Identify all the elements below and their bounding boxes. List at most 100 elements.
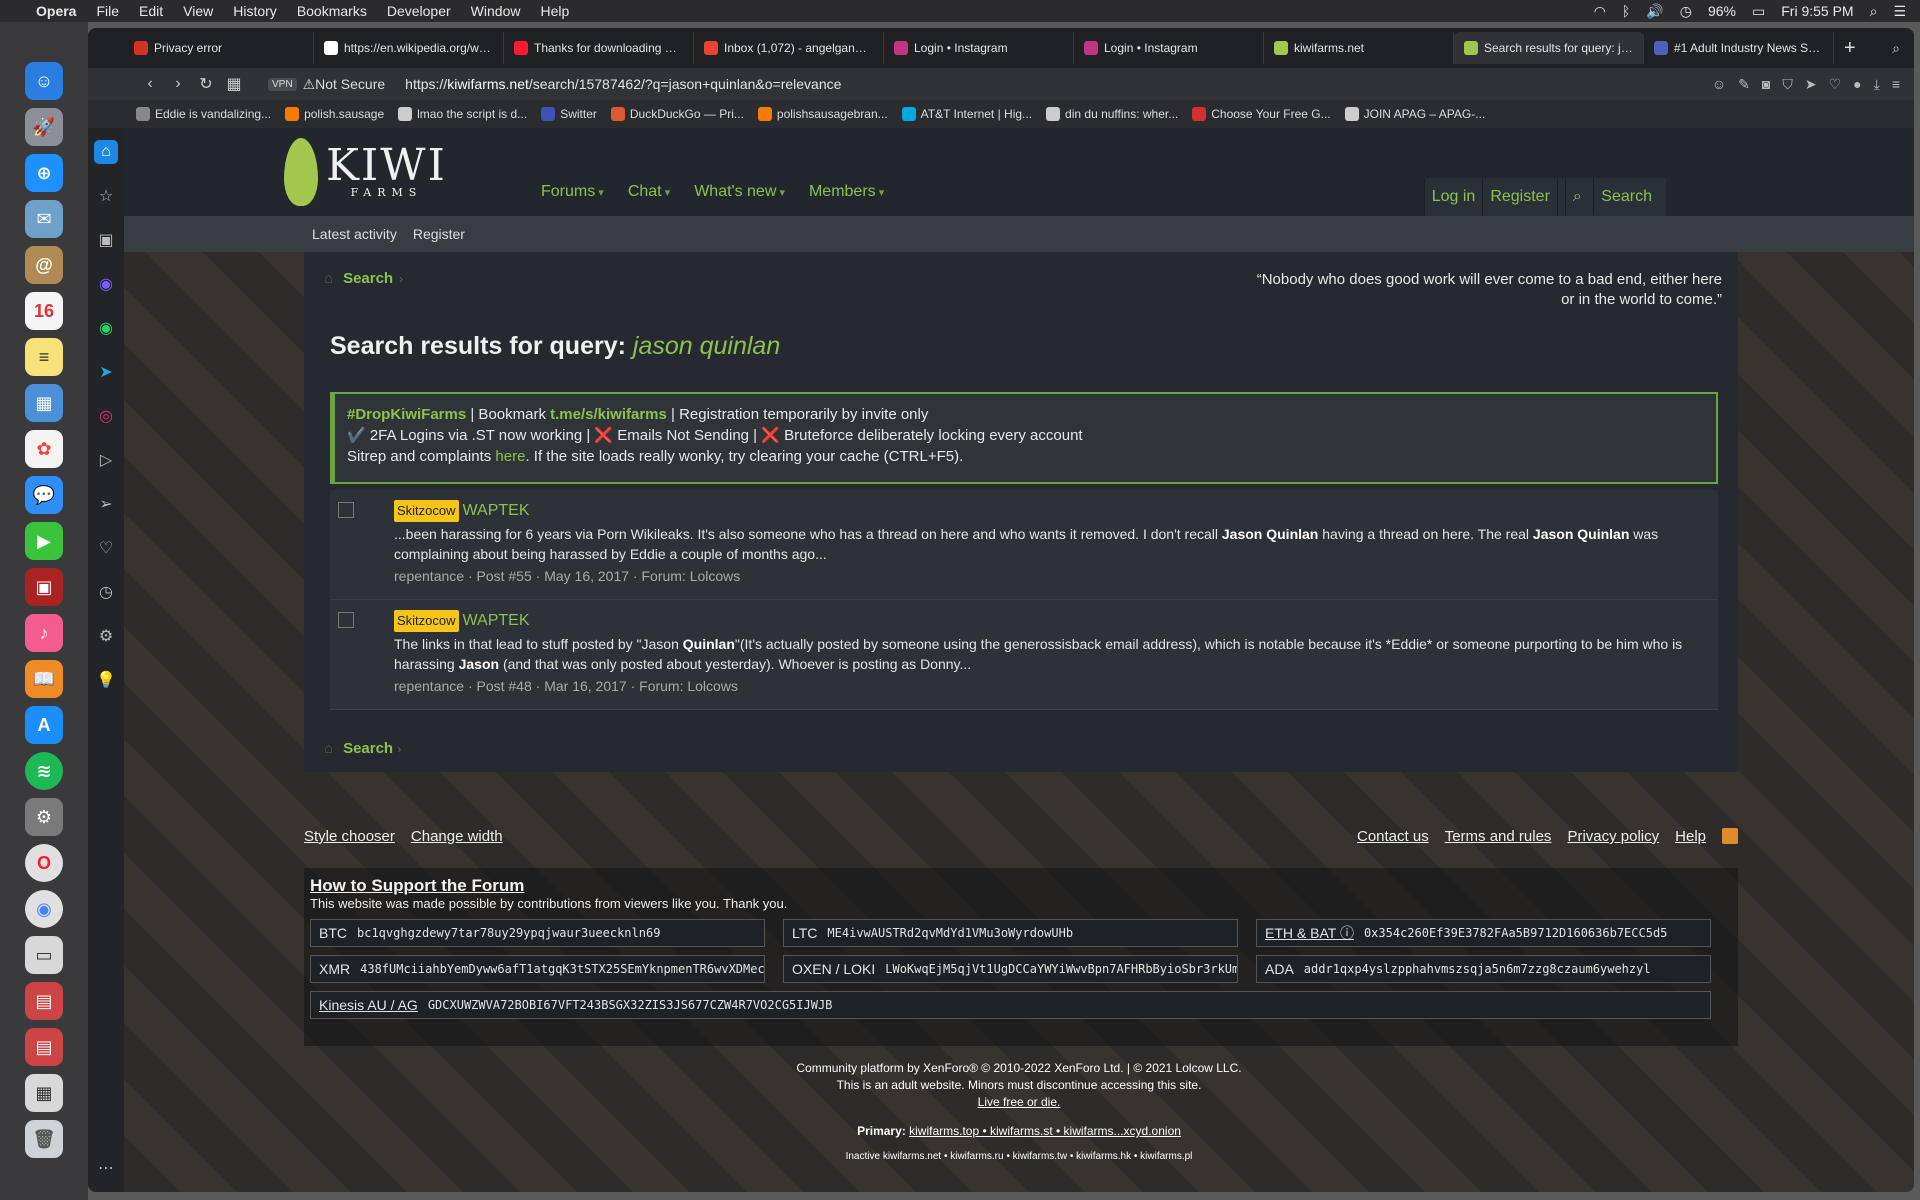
preview-icon[interactable]: ✉ — [25, 200, 63, 238]
notes-icon[interactable]: ≡ — [25, 338, 63, 376]
menu-window[interactable]: Window — [471, 3, 521, 19]
chrome-icon[interactable]: ◉ — [25, 890, 63, 928]
bookmark-9[interactable]: JOIN APAG – APAG-... — [1344, 107, 1485, 121]
latest-activity-link[interactable]: Latest activity — [312, 226, 397, 242]
avatar[interactable] — [338, 612, 354, 628]
wifi-icon[interactable]: ◠ — [1594, 3, 1606, 20]
tips-icon[interactable]: 💡 — [94, 668, 118, 692]
support-title[interactable]: How to Support the Forum — [310, 876, 1732, 896]
crypto-oxen[interactable]: OXEN / LOKI LWoKwqEjM5qjVt1UgDCCaYWYiWwvB… — [783, 955, 1238, 983]
facetime-icon[interactable]: ▶ — [25, 522, 63, 560]
bookmark-6[interactable]: AT&T Internet | Hig... — [901, 107, 1032, 121]
bookmark-0[interactable]: Eddie is vandalizing... — [136, 107, 271, 121]
new-tab-button[interactable]: + — [1844, 37, 1856, 60]
prefix-badge[interactable]: Skitzocow — [394, 610, 459, 632]
calendar-icon[interactable]: 16 — [25, 292, 63, 330]
battery-icon[interactable]: ▭ — [1752, 3, 1765, 20]
back-icon[interactable]: ‹ — [136, 75, 164, 93]
style-chooser-link[interactable]: Style chooser — [304, 828, 395, 845]
screenshot-stack-2-icon[interactable]: ▤ — [25, 1028, 63, 1066]
crypto-address[interactable]: LWoKwqEjM5qjVt1UgDCCaYWYiWwvBpn7AFHRbByi… — [885, 962, 1237, 976]
result-title[interactable]: WAPTEK — [463, 611, 530, 631]
crypto-address[interactable]: GDCXUWZWVA72BOBI67VFT243BSGX32ZIS3JS677C… — [428, 998, 833, 1012]
image-capture-icon[interactable]: ▦ — [25, 384, 63, 422]
spotify-icon[interactable]: ≋ — [25, 752, 63, 790]
primary-links[interactable]: kiwifarms.top • kiwifarms.st • kiwifarms… — [909, 1124, 1181, 1138]
not-secure-label[interactable]: Not Secure — [315, 76, 385, 92]
home-icon[interactable]: ⌂ — [94, 140, 118, 164]
crypto-address[interactable]: addr1qxp4yslzpphahvmszsqja5n6m7zzg8czaum… — [1304, 962, 1651, 976]
notice-hashtag[interactable]: #DropKiwiFarms — [347, 406, 466, 423]
tab-search-icon[interactable]: ⌕ — [1892, 40, 1900, 57]
document-icon[interactable]: ▭ — [25, 936, 63, 974]
tab-7-active[interactable]: Search results for query: jaso — [1454, 32, 1644, 64]
tab-1[interactable]: https://en.wikipedia.org/wiki/ — [314, 32, 504, 64]
reload-icon[interactable]: ↻ — [192, 74, 220, 94]
result-snippet[interactable]: The links in that lead to stuff posted b… — [394, 634, 1704, 674]
crypto-address[interactable]: 438fUMciiahbYemDyww6afT1atgqK3tSTX25SEmY… — [360, 962, 764, 976]
url-text[interactable]: https://kiwifarms.net/search/15787462/?q… — [405, 76, 841, 92]
bookmarks-sidebar-icon[interactable]: ☆ — [94, 184, 118, 208]
photos-icon[interactable]: ✿ — [25, 430, 63, 468]
tab-2[interactable]: Thanks for downloading Ope — [504, 32, 694, 64]
spotlight-icon[interactable]: ⌕ — [1870, 3, 1878, 20]
crypto-ltc[interactable]: LTC ME4ivwAUSTRd2qvMdYd1VMu3oWyrdowUHb — [783, 919, 1238, 947]
crypto-address[interactable]: ME4ivwAUSTRd2qvMdYd1VMu3oWyrdowUHb — [827, 926, 1073, 940]
itunes-icon[interactable]: ♪ — [25, 614, 63, 652]
rss-icon[interactable] — [1722, 828, 1738, 844]
subnav-register-link[interactable]: Register — [413, 226, 465, 242]
opera-icon[interactable]: O — [25, 844, 63, 882]
menu-help[interactable]: Help — [540, 3, 569, 19]
favorites-icon[interactable]: ♡ — [94, 536, 118, 560]
change-width-link[interactable]: Change width — [411, 828, 503, 845]
contact-us-link[interactable]: Contact us — [1357, 828, 1429, 845]
finder-icon[interactable]: ☺ — [25, 62, 63, 100]
tab-8[interactable]: #1 Adult Industry News Sourc — [1644, 32, 1834, 64]
login-link[interactable]: Log in — [1423, 178, 1483, 216]
flow-icon[interactable]: ➢ — [94, 492, 118, 516]
nav-whats-new[interactable]: What's new — [694, 183, 785, 201]
send-icon[interactable]: ➤ — [1805, 76, 1817, 93]
system-preferences-icon[interactable]: ⚙ — [25, 798, 63, 836]
bluetooth-icon[interactable]: ᛒ — [1622, 3, 1630, 19]
crypto-address[interactable]: 0x354c260Ef39E3782FAa5B9712D160636b7ECC5… — [1364, 926, 1667, 940]
avatar[interactable] — [338, 502, 354, 518]
crypto-eth[interactable]: ETH & BAT ⓘ 0x354c260Ef39E3782FAa5B9712D1… — [1256, 919, 1711, 947]
tab-grid-icon[interactable]: ▦ — [220, 74, 248, 94]
tab-0[interactable]: Privacy error — [124, 32, 314, 64]
privacy-link[interactable]: Privacy policy — [1567, 828, 1659, 845]
messages-icon[interactable]: 💬 — [25, 476, 63, 514]
menu-view[interactable]: View — [183, 3, 213, 19]
result-meta[interactable]: repentance · Post #55 · May 16, 2017 · F… — [394, 566, 1704, 586]
time-machine-icon[interactable]: ◷ — [1680, 3, 1692, 20]
edit-icon[interactable]: ✎ — [1738, 76, 1750, 93]
menu-developer[interactable]: Developer — [387, 3, 451, 19]
profile-icon[interactable]: ● — [1853, 76, 1861, 93]
notice-telegram-link[interactable]: t.me/s/kiwifarms — [550, 406, 667, 423]
bookmark-7[interactable]: din du nuffins: wher... — [1046, 107, 1178, 121]
result-title[interactable]: WAPTEK — [463, 501, 530, 521]
breadcrumb-search[interactable]: Search — [343, 270, 393, 287]
trash-icon[interactable]: 🗑 — [25, 1120, 63, 1158]
crypto-btc[interactable]: BTC bc1qvghgzdewy7tar78uy29ypqjwaur3ueeck… — [310, 919, 765, 947]
site-logo[interactable]: KIWI FARMS — [284, 138, 447, 206]
menu-edit[interactable]: Edit — [139, 3, 163, 19]
player-icon[interactable]: ▷ — [94, 448, 118, 472]
menu-history[interactable]: History — [233, 3, 277, 19]
home-icon[interactable]: ⌂ — [324, 740, 333, 757]
tab-5[interactable]: Login • Instagram — [1074, 32, 1264, 64]
nav-forums[interactable]: Forums — [541, 183, 604, 201]
downloads-stack-icon[interactable]: ▦ — [25, 1074, 63, 1112]
inactive-domains[interactable]: Inactive kiwifarms.net • kiwifarms.ru • … — [124, 1148, 1914, 1165]
emoji-icon[interactable]: ☺ — [1712, 76, 1726, 93]
bookmark-1[interactable]: polish.sausage — [285, 107, 384, 121]
history-icon[interactable]: ◷ — [94, 580, 118, 604]
live-free-link[interactable]: Live free or die. — [978, 1095, 1061, 1109]
download-icon[interactable]: ⤓ — [1874, 76, 1880, 93]
help-link[interactable]: Help — [1675, 828, 1706, 845]
control-center-icon[interactable]: ☰ — [1893, 3, 1906, 20]
terms-link[interactable]: Terms and rules — [1445, 828, 1552, 845]
books-icon[interactable]: 📖 — [25, 660, 63, 698]
register-link[interactable]: Register — [1482, 178, 1557, 216]
forward-icon[interactable]: › — [164, 75, 192, 93]
